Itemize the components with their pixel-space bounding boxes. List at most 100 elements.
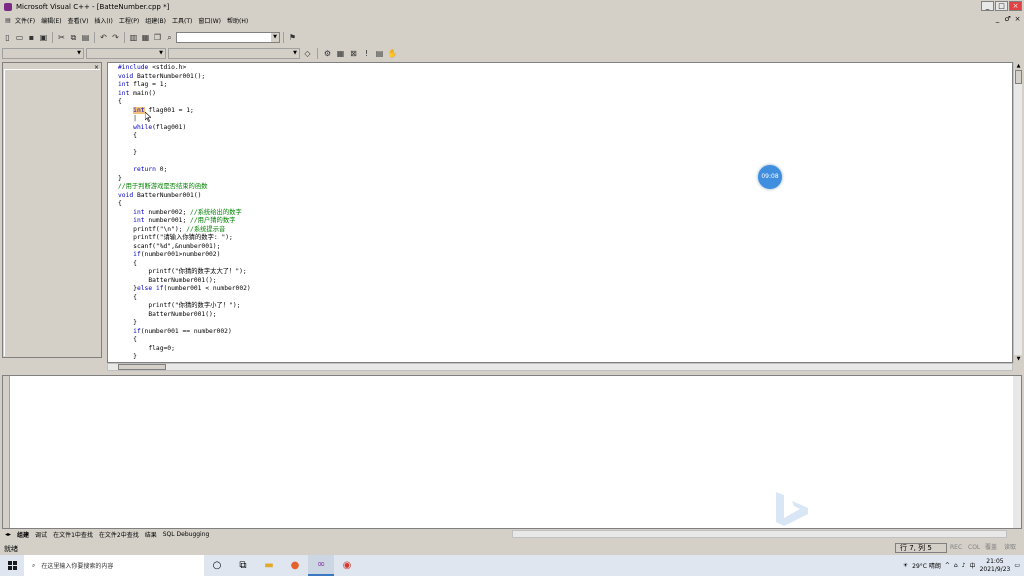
code-line[interactable]: int flag = 1; — [118, 81, 251, 90]
code-line[interactable]: int flag001 = 1; — [118, 106, 251, 116]
undo-icon[interactable]: ↶ — [98, 32, 109, 43]
code-editor[interactable]: #include <stdio.h> void BatterNumber001()… — [107, 62, 1013, 363]
output-vertical-scrollbar[interactable] — [1013, 376, 1021, 528]
code-line[interactable]: int main() — [118, 90, 251, 99]
scroll-thumb[interactable] — [118, 364, 166, 370]
code-line[interactable]: #include <stdio.h> — [118, 64, 251, 73]
save-icon[interactable]: ▪ — [26, 32, 37, 43]
members-combo[interactable]: ▼ — [168, 48, 300, 59]
mdi-minimize-button[interactable]: _ — [993, 15, 1002, 24]
code-text[interactable]: #include <stdio.h> void BatterNumber001()… — [118, 64, 251, 362]
mdi-restore-button[interactable]: ♂ — [1003, 15, 1012, 24]
netease-music-icon[interactable]: ◉ — [334, 555, 360, 576]
start-button[interactable] — [0, 555, 24, 576]
build-icon[interactable]: ▦ — [335, 48, 346, 59]
cut-icon[interactable]: ✂ — [56, 32, 67, 43]
code-line[interactable]: } — [118, 319, 251, 328]
code-line[interactable]: flag=0; — [118, 345, 251, 354]
code-line[interactable]: while(flag001) — [118, 124, 251, 133]
menu-tools[interactable]: 工具(T) — [169, 16, 195, 25]
cortana-icon[interactable]: ○ — [204, 555, 230, 576]
menu-insert[interactable]: 插入(I) — [91, 16, 115, 25]
menu-edit[interactable]: 编辑(E) — [38, 16, 64, 25]
menu-file[interactable]: 文件(F) — [12, 16, 38, 25]
code-line[interactable]: { — [118, 294, 251, 303]
output-grip[interactable] — [3, 376, 10, 528]
code-line[interactable]: { — [118, 132, 251, 141]
close-button[interactable]: × — [1009, 1, 1022, 11]
find-in-files-icon[interactable]: ⌕ — [164, 32, 175, 43]
code-line[interactable]: return 0; — [118, 166, 251, 175]
code-line[interactable]: } — [118, 175, 251, 184]
code-line[interactable]: { — [118, 200, 251, 209]
tab-results[interactable]: 结果 — [142, 530, 160, 539]
output-icon[interactable]: ▦ — [140, 32, 151, 43]
code-line[interactable]: } — [118, 149, 251, 158]
editor-vertical-scrollbar[interactable]: ▲ ▼ — [1013, 62, 1023, 363]
code-line[interactable]: { — [118, 336, 251, 345]
code-line[interactable]: } — [118, 353, 251, 362]
find-combo[interactable]: ▼ — [176, 32, 280, 43]
code-line[interactable]: | — [118, 115, 251, 124]
tab-find-in-files-1[interactable]: 在文件1中查找 — [50, 530, 96, 539]
mdi-close-button[interactable]: × — [1013, 15, 1022, 24]
code-line[interactable]: void BatterNumber001() — [118, 192, 251, 201]
volume-icon[interactable]: ♪ — [962, 562, 966, 569]
window-list-icon[interactable]: ❐ — [152, 32, 163, 43]
notification-icon[interactable]: ▭ — [1014, 562, 1020, 569]
code-line[interactable]: scanf("%d",&number001); — [118, 243, 251, 252]
code-line[interactable] — [118, 158, 251, 167]
maximize-button[interactable]: □ — [995, 1, 1008, 11]
menu-view[interactable]: 查看(V) — [65, 16, 92, 25]
workspace-icon[interactable]: ▥ — [128, 32, 139, 43]
tab-arrows-icon[interactable]: ◂▸ — [2, 531, 14, 538]
wizard-action-icon[interactable]: ◇ — [302, 48, 313, 59]
menu-build[interactable]: 组建(B) — [142, 16, 169, 25]
task-view-icon[interactable]: ⧉ — [230, 555, 256, 576]
firefox-icon[interactable]: ● — [282, 555, 308, 576]
new-file-icon[interactable]: ▯ — [2, 32, 13, 43]
compile-icon[interactable]: ⚙ — [322, 48, 333, 59]
scroll-up-icon[interactable]: ▲ — [1014, 62, 1023, 70]
tray-chevron-icon[interactable]: ^ — [945, 562, 950, 569]
code-line[interactable]: int number002; //系统给出的数字 — [118, 209, 251, 218]
scroll-thumb[interactable] — [1015, 70, 1022, 84]
file-explorer-icon[interactable]: ▬ — [256, 555, 282, 576]
filter-combo[interactable]: ▼ — [86, 48, 166, 59]
workspace-tree[interactable] — [4, 69, 100, 356]
menu-help[interactable]: 帮助(H) — [224, 16, 251, 25]
code-line[interactable]: if(number001 == number002) — [118, 328, 251, 337]
code-line[interactable] — [118, 141, 251, 150]
paste-icon[interactable]: ▤ — [80, 32, 91, 43]
output-horizontal-scrollbar[interactable] — [512, 530, 1007, 538]
code-line[interactable]: if(number001>number002) — [118, 251, 251, 260]
menu-project[interactable]: 工程(P) — [116, 16, 142, 25]
code-line[interactable]: { — [118, 98, 251, 107]
redo-icon[interactable]: ↷ — [110, 32, 121, 43]
code-line[interactable]: void BatterNumber001(); — [118, 73, 251, 82]
class-combo[interactable]: ▼ — [2, 48, 84, 59]
save-all-icon[interactable]: ▣ — [38, 32, 49, 43]
code-line[interactable]: BatterNumber001(); — [118, 277, 251, 286]
network-icon[interactable]: ⌂ — [954, 562, 958, 569]
open-folder-icon[interactable]: ▭ — [14, 32, 25, 43]
go-icon[interactable]: ▤ — [374, 48, 385, 59]
code-line[interactable]: { — [118, 260, 251, 269]
menu-window[interactable]: 窗口(W) — [195, 16, 224, 25]
minimize-button[interactable]: _ — [981, 1, 994, 11]
code-line[interactable]: printf("你猜的数字太大了！"); — [118, 268, 251, 277]
taskbar-search[interactable]: ⌕ 在这里输入你要搜索的内容 — [24, 555, 204, 576]
visual-cpp-icon[interactable]: ∞ — [308, 555, 334, 576]
code-line[interactable]: BatterNumber001(); — [118, 311, 251, 320]
editor-horizontal-scrollbar[interactable] — [107, 363, 1013, 371]
ime-mode[interactable]: 中 — [970, 561, 976, 570]
breakpoint-icon[interactable]: ✋ — [387, 48, 398, 59]
tab-sql-debugging[interactable]: SQL Debugging — [160, 531, 213, 538]
taskbar-clock[interactable]: 21:05 2021/9/23 — [980, 558, 1011, 574]
recording-timer-badge[interactable]: 09:08 — [758, 165, 782, 189]
code-line[interactable]: }else if(number001 < number002) — [118, 285, 251, 294]
tab-find-in-files-2[interactable]: 在文件2中查找 — [96, 530, 142, 539]
tab-build[interactable]: 组建 — [14, 530, 32, 539]
execute-icon[interactable]: ! — [361, 48, 372, 59]
scroll-down-icon[interactable]: ▼ — [1014, 355, 1023, 363]
